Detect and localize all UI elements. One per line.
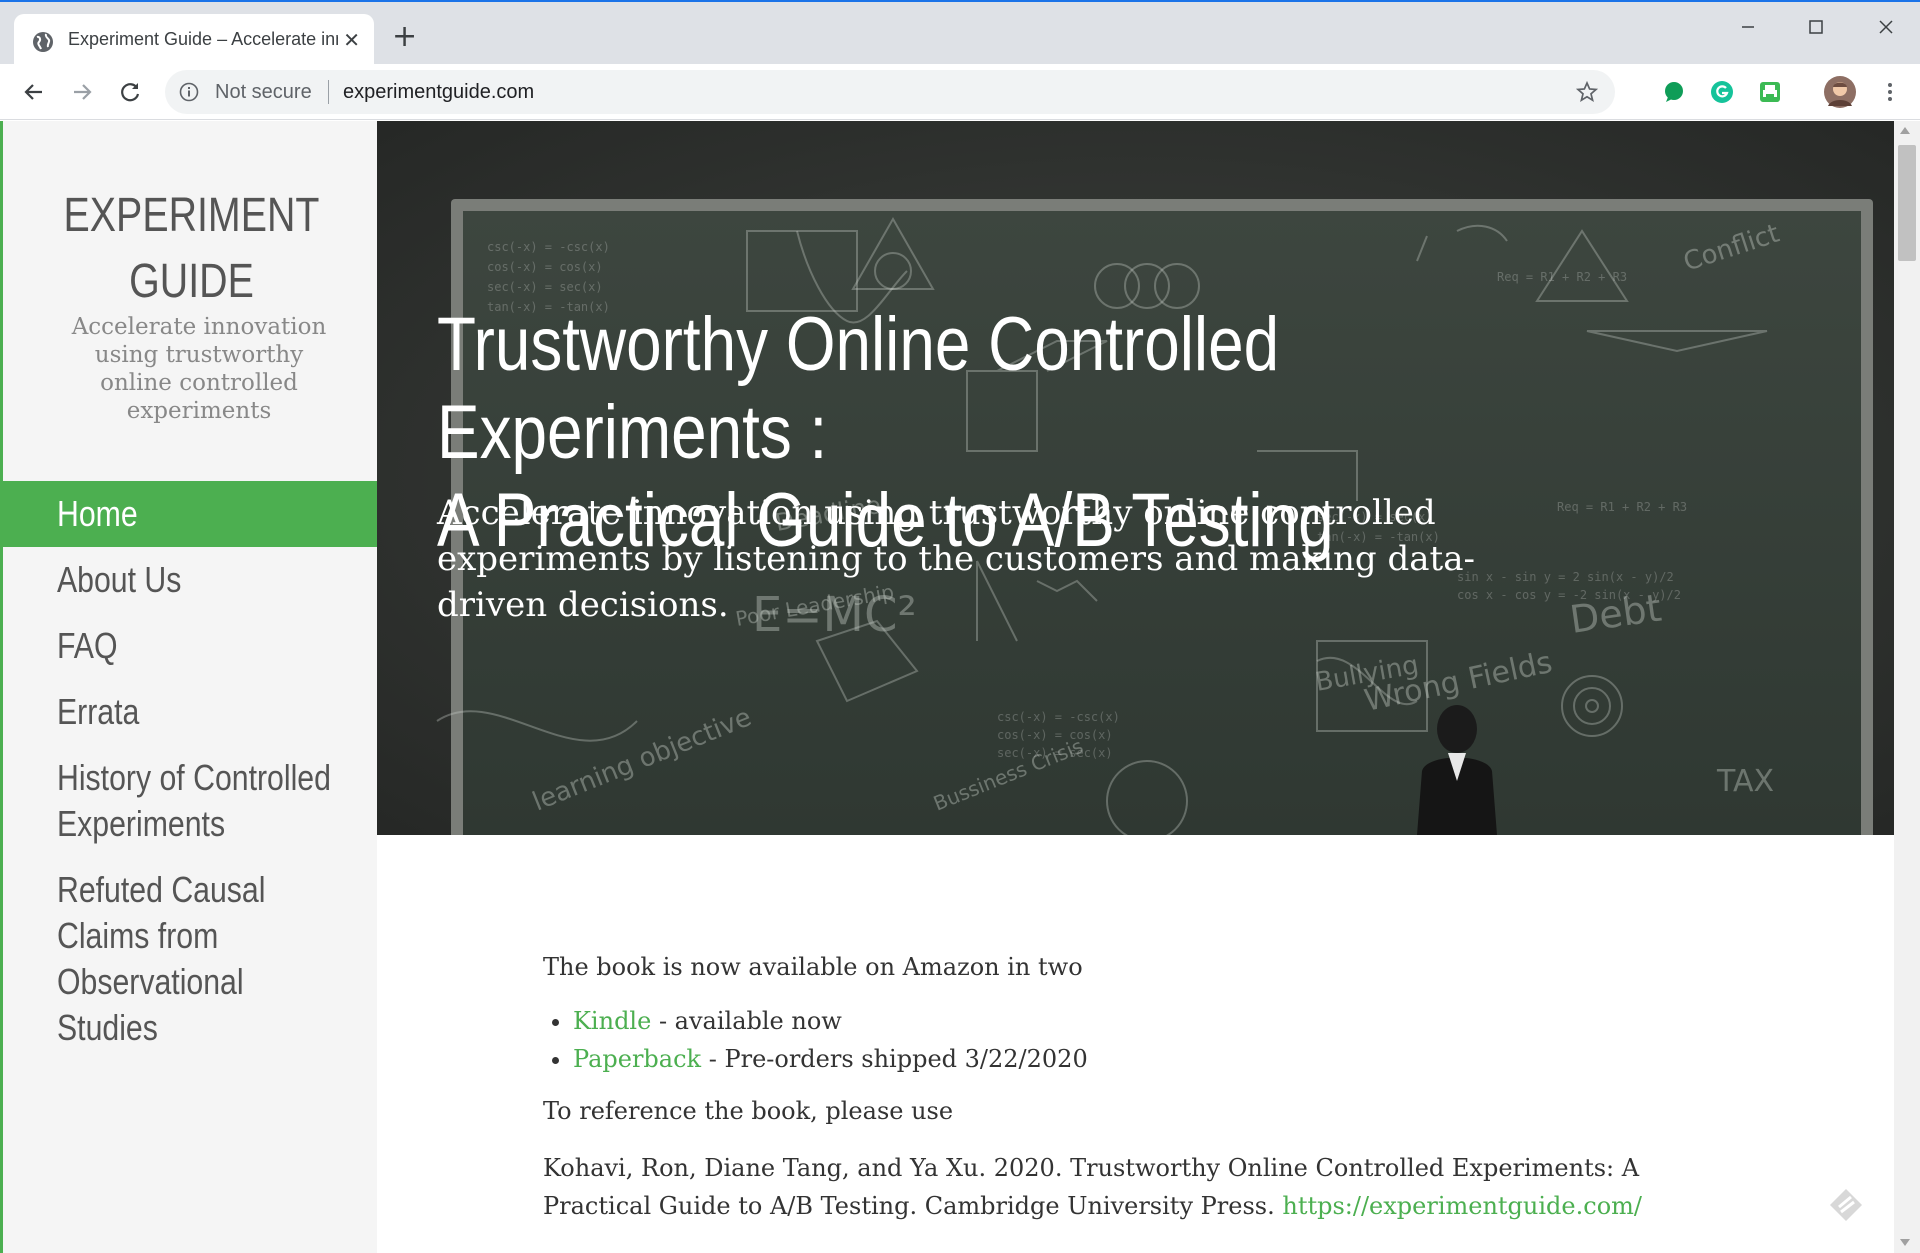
page-viewport: EXPERIMENT GUIDE Accelerate innovation u… bbox=[0, 121, 1920, 1253]
tab-title: Experiment Guide – Accelerate innovation bbox=[68, 29, 338, 49]
nav-item-errata[interactable]: Errata bbox=[3, 679, 380, 745]
new-tab-button[interactable]: + bbox=[392, 22, 417, 52]
forward-arrow-icon[interactable] bbox=[68, 78, 96, 106]
svg-text:csc(-x) = -csc(x): csc(-x) = -csc(x) bbox=[997, 710, 1120, 724]
omnibox-divider bbox=[328, 80, 329, 104]
back-arrow-icon[interactable] bbox=[20, 78, 48, 106]
svg-text:csc(-x) = -csc(x): csc(-x) = -csc(x) bbox=[487, 240, 610, 254]
sidebar-nav: Home About Us FAQ Errata History of Cont… bbox=[3, 481, 380, 1061]
feedback-widget-icon[interactable] bbox=[1826, 1185, 1866, 1225]
svg-text:cos(-x) = cos(x): cos(-x) = cos(x) bbox=[997, 728, 1113, 742]
tab-close-icon[interactable]: ✕ bbox=[343, 29, 360, 51]
nav-label: History of Controlled Experiments bbox=[57, 757, 331, 844]
window-close-icon[interactable] bbox=[1866, 12, 1906, 42]
citation: Kohavi, Ron, Diane Tang, and Ya Xu. 2020… bbox=[543, 1149, 1743, 1225]
svg-text:sec(-x) = sec(x): sec(-x) = sec(x) bbox=[997, 746, 1113, 760]
minimize-icon[interactable] bbox=[1728, 12, 1768, 42]
chat-bubble-extension-icon[interactable] bbox=[1662, 80, 1686, 104]
nav-item-about-us[interactable]: About Us bbox=[3, 547, 380, 613]
scroll-down-arrow-icon[interactable] bbox=[1900, 1239, 1910, 1246]
main-content: The book is now available on Amazon in t… bbox=[543, 951, 1743, 1247]
svg-text:Req = R1 + R2 + R3: Req = R1 + R2 + R3 bbox=[1497, 270, 1627, 284]
page-scrollbar[interactable] bbox=[1894, 121, 1920, 1253]
kindle-note: - available now bbox=[651, 1007, 842, 1035]
paperback-link[interactable]: Paperback bbox=[573, 1045, 701, 1073]
globe-icon bbox=[33, 32, 53, 52]
hero-banner: E=MC² Wrong Fields Debt Bullying TAX Con… bbox=[377, 121, 1894, 835]
scroll-up-arrow-icon[interactable] bbox=[1900, 127, 1910, 134]
browser-tab[interactable]: Experiment Guide – Accelerate innovation… bbox=[14, 14, 374, 66]
maximize-icon[interactable] bbox=[1796, 12, 1836, 42]
reference-intro: To reference the book, please use bbox=[543, 1097, 954, 1125]
availability-intro: The book is now available on Amazon in t… bbox=[543, 953, 1083, 981]
address-bar[interactable]: Not secure experimentguide.com bbox=[165, 70, 1615, 114]
site-title[interactable]: EXPERIMENT GUIDE bbox=[37, 183, 346, 315]
svg-text:sec(-x) = sec(x): sec(-x) = sec(x) bbox=[487, 280, 603, 294]
print-extension-icon[interactable] bbox=[1758, 80, 1782, 104]
bookmark-star-icon[interactable] bbox=[1575, 80, 1599, 104]
info-icon[interactable] bbox=[179, 82, 199, 102]
svg-text:cos(-x) = cos(x): cos(-x) = cos(x) bbox=[487, 260, 603, 274]
svg-text:Req = R1 + R2 + R3: Req = R1 + R2 + R3 bbox=[1557, 500, 1687, 514]
list-item: Paperback - Pre-orders shipped 3/22/2020 bbox=[573, 1043, 1743, 1075]
nav-label: Errata bbox=[57, 691, 140, 732]
nav-item-home[interactable]: Home bbox=[3, 481, 380, 547]
scrollbar-thumb[interactable] bbox=[1898, 145, 1916, 261]
nav-label: FAQ bbox=[57, 625, 118, 666]
reload-icon[interactable] bbox=[116, 78, 144, 106]
browser-toolbar: Not secure experimentguide.com bbox=[0, 64, 1920, 120]
tab-strip: Experiment Guide – Accelerate innovation… bbox=[0, 0, 1920, 66]
nav-item-faq[interactable]: FAQ bbox=[3, 613, 380, 679]
kindle-link[interactable]: Kindle bbox=[573, 1007, 651, 1035]
chalk-tax: TAX bbox=[1716, 764, 1774, 799]
nav-item-refuted-claims[interactable]: Refuted Causal Claims from Observational… bbox=[3, 857, 380, 1061]
nav-label: Home bbox=[57, 493, 138, 534]
hero-title-line1: Trustworthy Online Controlled Experiment… bbox=[437, 302, 1280, 475]
list-item: Kindle - available now bbox=[573, 1005, 1743, 1037]
menu-kebab-icon[interactable] bbox=[1878, 80, 1902, 104]
nav-item-history[interactable]: History of Controlled Experiments bbox=[3, 745, 380, 857]
citation-link[interactable]: https://experimentguide.com/ bbox=[1282, 1192, 1642, 1220]
nav-label: About Us bbox=[57, 559, 182, 600]
paperback-note: - Pre-orders shipped 3/22/2020 bbox=[701, 1045, 1088, 1073]
sidebar: EXPERIMENT GUIDE Accelerate innovation u… bbox=[0, 121, 380, 1253]
url-text[interactable]: experimentguide.com bbox=[343, 81, 534, 104]
format-list: Kindle - available now Paperback - Pre-o… bbox=[543, 1005, 1743, 1075]
security-label[interactable]: Not secure bbox=[215, 81, 312, 104]
nav-label: Refuted Causal Claims from Observational… bbox=[57, 869, 266, 1048]
profile-avatar[interactable] bbox=[1824, 76, 1856, 108]
hero-subtitle: Accelerate innovation using trustworthy … bbox=[437, 493, 1475, 625]
site-tagline: Accelerate innovation using trustworthy … bbox=[71, 314, 327, 424]
grammarly-icon[interactable] bbox=[1710, 80, 1734, 104]
